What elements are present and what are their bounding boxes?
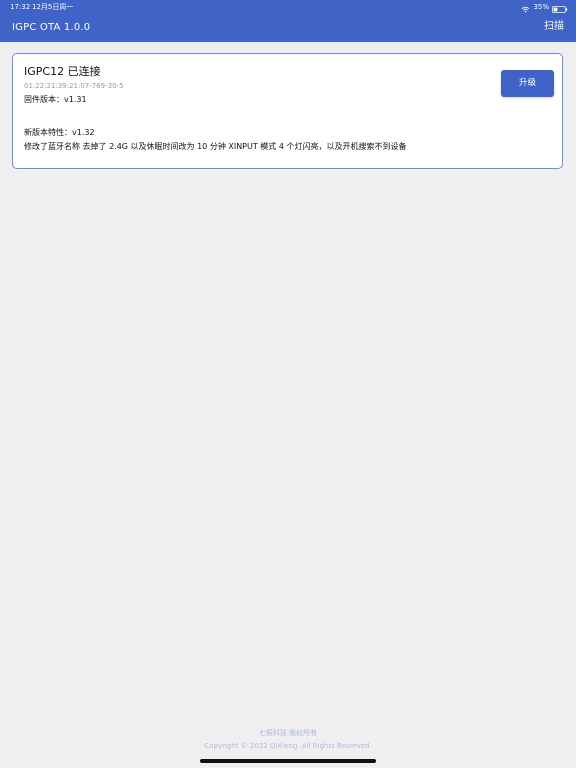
- status-indicators: 35%: [521, 0, 568, 14]
- home-indicator: [200, 759, 376, 763]
- device-name: IGPC12 已连接: [24, 65, 101, 78]
- battery-icon: [552, 4, 568, 13]
- app-title: IGPC OTA 1.0.0: [12, 22, 91, 33]
- scan-button[interactable]: 扫描: [544, 20, 564, 34]
- status-bar: 17:32 12月5日周一 35%: [0, 0, 576, 14]
- status-date: 12月5日周一: [32, 3, 74, 11]
- upgrade-button[interactable]: 升级: [501, 70, 554, 97]
- device-mac: 01:22:21:39:21:07-769-30-5: [24, 82, 124, 90]
- status-time: 17:32: [10, 3, 31, 11]
- app-header: 17:32 12月5日周一 35% IGPC OTA 1.0.0 扫描: [0, 0, 576, 42]
- firmware-version: 固件版本：v1.31: [24, 95, 87, 104]
- device-card: IGPC12 已连接 01:22:21:39:21:07-769-30-5 固件…: [12, 53, 563, 169]
- battery-percent: 35%: [533, 3, 549, 11]
- footer-company: 七振科技 版权所有: [258, 729, 318, 737]
- new-version-description: 修改了蓝牙名称 去掉了 2.4G 以及休眠时间改为 10 分钟 XINPUT 模…: [24, 142, 407, 151]
- footer-copyright: Copyright © 2022 QiXieng. All Rights Res…: [204, 742, 372, 750]
- new-version-title: 新版本特性：v1.32: [24, 128, 95, 137]
- wifi-icon: [521, 4, 530, 12]
